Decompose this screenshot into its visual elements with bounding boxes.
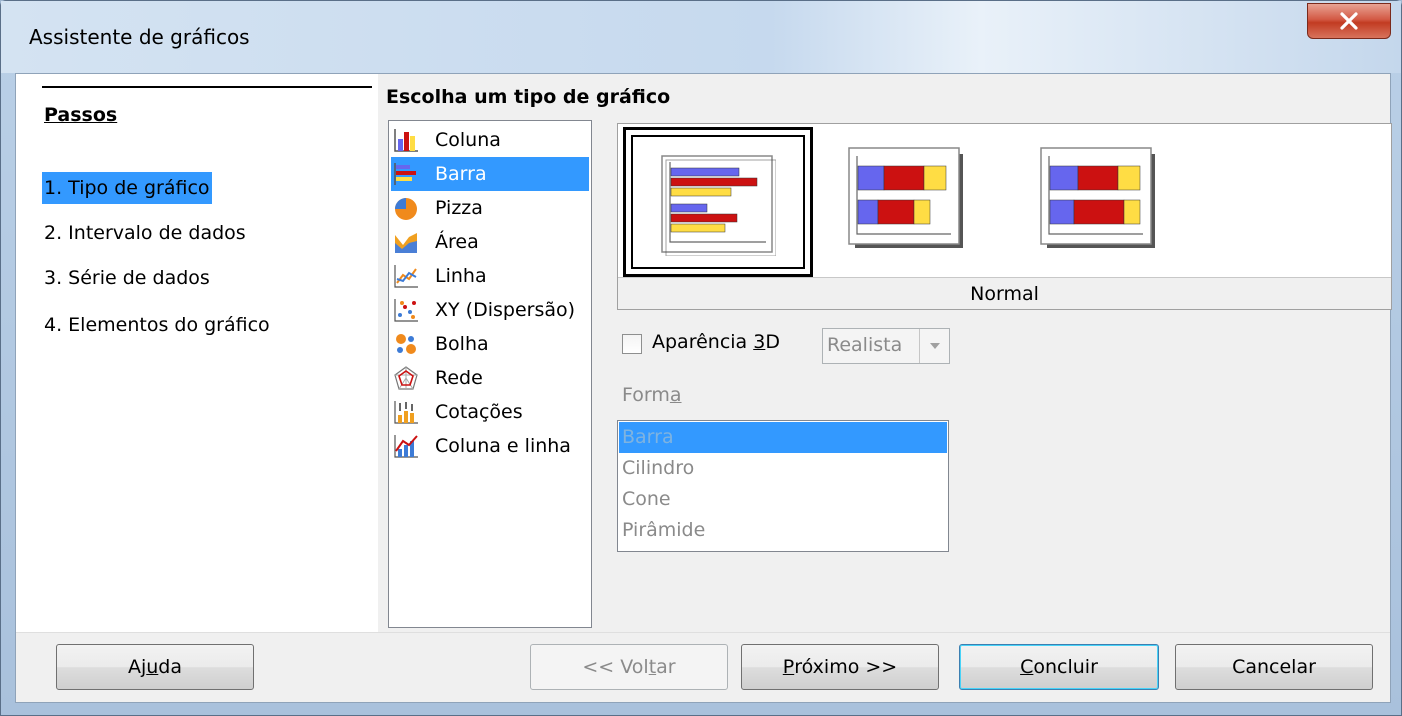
variant-selection-frame: [631, 135, 805, 269]
shape-list[interactable]: Barra Cilindro Cone Pirâmide: [617, 420, 949, 552]
stock-chart-icon: [394, 401, 418, 424]
appearance-3d-label-a: Aparência: [652, 331, 754, 353]
shape-item-pyramid[interactable]: Pirâmide: [619, 515, 947, 546]
next-mnemonic: P: [782, 656, 795, 678]
shape-item-bar[interactable]: Barra: [619, 422, 947, 453]
steps-divider: [42, 86, 372, 88]
pie-chart-icon: [395, 198, 417, 220]
help-label-a: Aj: [127, 656, 147, 678]
section-heading: Escolha um tipo de gráfico: [386, 86, 671, 108]
chart-type-column-line[interactable]: Coluna e linha: [391, 429, 589, 463]
area-chart-icon: [395, 233, 417, 253]
column-chart-icon: [394, 129, 418, 152]
chart-type-line[interactable]: Linha: [391, 259, 589, 293]
finish-button[interactable]: Concluir: [959, 644, 1159, 690]
chart-type-label: Linha: [435, 265, 487, 287]
close-icon: [1340, 12, 1358, 30]
shape-label-a: Form: [622, 384, 670, 406]
back-label-b: ar: [656, 656, 676, 678]
steps-title: Passos: [44, 104, 118, 126]
cancel-button[interactable]: Cancelar: [1175, 644, 1373, 690]
step-chart-elements[interactable]: 4. Elementos do gráfico: [42, 309, 272, 341]
chart-type-bar[interactable]: Barra: [391, 157, 589, 191]
back-mnemonic: t: [648, 656, 657, 678]
steps-panel: Passos 1. Tipo de gráfico 2. Intervalo d…: [16, 74, 378, 632]
shape-label-mnemonic: a: [669, 384, 682, 406]
chart-type-label: Coluna: [435, 129, 501, 151]
chart-type-label: Pizza: [435, 197, 483, 219]
chart-type-label: XY (Dispersão): [435, 299, 576, 321]
step-data-series[interactable]: 3. Série de dados: [42, 262, 212, 294]
appearance-3d-label[interactable]: Aparência 3D: [652, 331, 780, 353]
step-chart-type[interactable]: 1. Tipo de gráfico: [42, 172, 212, 204]
chart-type-list[interactable]: Coluna Barra Pizza Área Linha XY (Disper…: [388, 120, 592, 628]
bar-chart-icon: [394, 163, 416, 185]
finish-label-b: oncluir: [1033, 656, 1098, 678]
appearance-3d-combo[interactable]: Realista: [822, 328, 950, 364]
shape-label: Forma: [622, 384, 682, 406]
variant-stacked[interactable]: [843, 144, 973, 264]
back-label-a: << Vol: [582, 656, 649, 678]
dialog-client-area: Passos 1. Tipo de gráfico 2. Intervalo d…: [15, 73, 1392, 703]
chart-type-pie[interactable]: Pizza: [391, 191, 589, 225]
window-title: Assistente de gráficos: [29, 25, 250, 49]
variant-percent-stacked[interactable]: [1035, 144, 1165, 264]
step-data-range[interactable]: 2. Intervalo de dados: [42, 217, 248, 249]
chart-variant-panel: Normal: [617, 123, 1392, 310]
button-area-divider: [16, 632, 1390, 633]
back-button[interactable]: << Vol t ar: [530, 644, 728, 690]
title-bar[interactable]: Assistente de gráficos: [1, 1, 1401, 73]
chart-wizard-window: Assistente de gráficos Passos 1. Tipo de…: [0, 0, 1402, 716]
variant-name-label: Normal: [618, 277, 1391, 309]
line-chart-icon: [394, 265, 418, 288]
close-button[interactable]: [1307, 3, 1391, 39]
chart-type-area[interactable]: Área: [391, 225, 589, 259]
chevron-down-icon: [929, 343, 940, 349]
appearance-3d-mnemonic: 3: [753, 331, 766, 353]
chart-type-stock[interactable]: Cotações: [391, 395, 589, 429]
appearance-3d-combo-value: Realista: [827, 334, 903, 356]
chart-type-bubble[interactable]: Bolha: [391, 327, 589, 361]
chart-type-label: Rede: [435, 367, 483, 389]
chart-type-net[interactable]: Rede: [391, 361, 589, 395]
next-button[interactable]: Próximo >>: [741, 644, 939, 690]
chart-type-column[interactable]: Coluna: [391, 123, 589, 157]
bar-normal-thumbnail-icon: [661, 155, 776, 256]
shape-item-cylinder[interactable]: Cilindro: [619, 453, 947, 484]
bubble-chart-icon: [396, 334, 416, 354]
finish-mnemonic: C: [1020, 656, 1034, 678]
help-label-b: da: [158, 656, 183, 678]
variant-normal[interactable]: [623, 127, 813, 277]
chart-type-label: Cotações: [435, 401, 523, 423]
chart-type-label: Bolha: [435, 333, 489, 355]
net-chart-icon: [394, 366, 418, 390]
shape-item-cone[interactable]: Cone: [619, 484, 947, 515]
chart-type-scatter[interactable]: XY (Dispersão): [391, 293, 589, 327]
combo-dropdown-button[interactable]: [919, 329, 949, 363]
chart-type-label: Coluna e linha: [435, 435, 571, 457]
chart-type-label: Área: [435, 231, 479, 253]
next-label-b: róximo >>: [794, 656, 898, 678]
column-line-chart-icon: [394, 435, 418, 458]
appearance-3d-checkbox[interactable]: [622, 334, 642, 354]
bar-stacked-thumbnail-icon: [848, 147, 963, 248]
bar-percent-stacked-thumbnail-icon: [1040, 147, 1155, 248]
help-mnemonic: u: [146, 656, 159, 678]
scatter-chart-icon: [394, 299, 418, 322]
appearance-3d-label-b: D: [765, 331, 780, 353]
chart-type-label: Barra: [435, 163, 487, 185]
help-button[interactable]: Aj u da: [56, 644, 254, 690]
